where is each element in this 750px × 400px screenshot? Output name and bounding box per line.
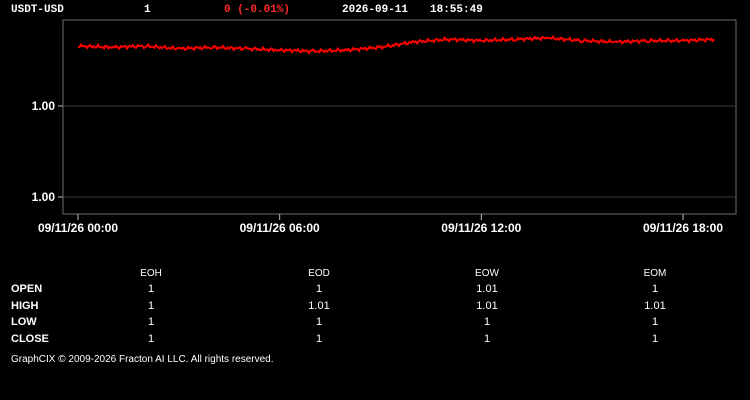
copyright-footer: GraphCIX © 2009-2026 Fracton AI LLC. All… xyxy=(11,354,274,365)
stats-col-header: EOM xyxy=(643,268,667,279)
x-tick-label: 09/11/26 12:00 xyxy=(441,221,521,235)
stats-row-label: OPEN xyxy=(11,283,43,295)
stats-row-label: HIGH xyxy=(11,299,39,312)
stats-col-header: EOH xyxy=(140,268,162,279)
stats-cell: 1 xyxy=(315,316,323,328)
y-tick-label: 1.00 xyxy=(32,99,56,113)
stats-col-header: EOW xyxy=(475,268,499,279)
stats-cell: 1 xyxy=(147,299,155,312)
stats-cell: 1 xyxy=(315,283,323,295)
x-tick-label: 09/11/26 00:00 xyxy=(38,221,118,235)
plot-frame xyxy=(62,19,737,215)
stats-cell: 1 xyxy=(147,332,155,345)
stats-cell: 1 xyxy=(483,332,491,345)
stats-col-header: EOD xyxy=(308,268,330,279)
y-tick-label: 1.00 xyxy=(32,190,56,204)
stats-cell: 1 xyxy=(483,316,491,328)
stats-cell: 1 xyxy=(147,316,155,328)
stats-row-label: LOW xyxy=(11,316,37,328)
stats-cell: 1 xyxy=(147,283,155,295)
stats-cell: 1 xyxy=(651,316,659,328)
stats-cell: 1.01 xyxy=(308,299,330,312)
stats-row-label: CLOSE xyxy=(11,332,49,345)
stats-cell: 1.01 xyxy=(644,299,666,312)
price-chart: 1.00 1.00 09/11/26 00:00 09/11/26 06:00 09/1… xyxy=(32,19,737,235)
price-line xyxy=(77,34,716,55)
stats-cell: 1.01 xyxy=(476,299,498,312)
stats-cell: 1 xyxy=(315,332,323,345)
stats-cell: 1.01 xyxy=(476,283,498,295)
stats-cell: 1 xyxy=(651,332,659,345)
x-tick-label: 09/11/26 06:00 xyxy=(240,221,320,235)
stats-cell: 1 xyxy=(651,283,659,295)
x-tick-label: 09/11/26 18:00 xyxy=(643,221,723,235)
